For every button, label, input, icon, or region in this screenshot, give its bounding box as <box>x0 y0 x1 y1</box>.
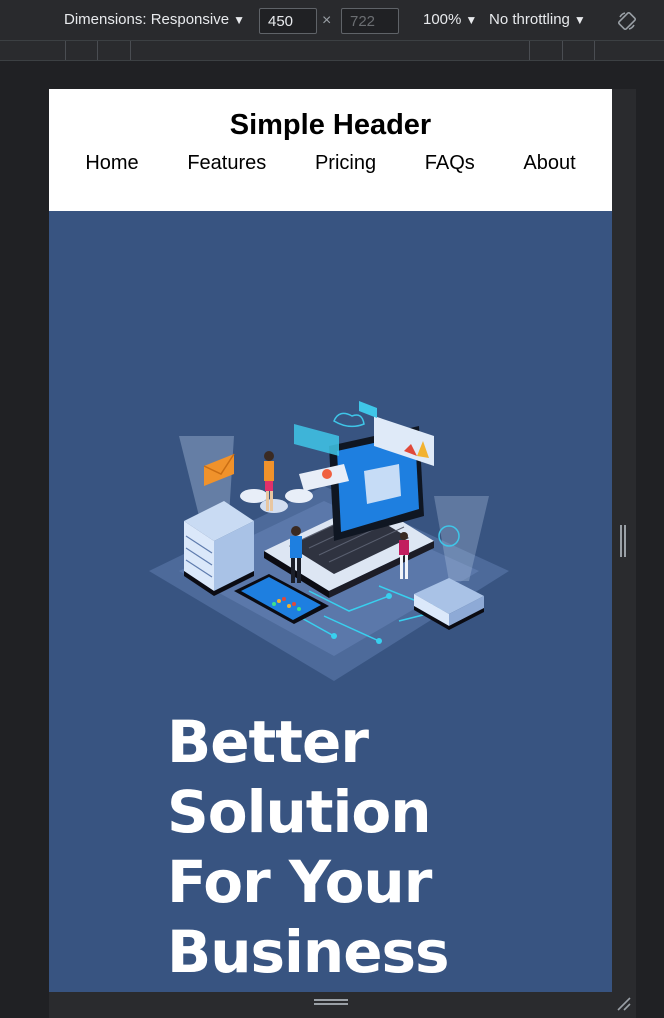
chevron-down-icon: ▼ <box>233 13 245 27</box>
height-input[interactable]: 722 <box>341 8 399 34</box>
width-input[interactable]: 450 <box>259 8 317 34</box>
hero-headline-line: Solution <box>167 778 432 846</box>
dimension-separator: × <box>322 12 332 29</box>
rotate-icon[interactable] <box>617 11 637 31</box>
nav-link-faqs[interactable]: FAQs <box>425 152 475 175</box>
nav-link-features[interactable]: Features <box>187 152 266 175</box>
nav-link-about[interactable]: About <box>523 152 575 175</box>
main-nav: Home Features Pricing FAQs About <box>49 142 612 175</box>
site-header: Simple Header Home Features Pricing FAQs… <box>49 89 612 211</box>
devtools-device-toolbar: Dimensions: Responsive ▼ 450 × 722 100% ▼ … <box>0 0 664 41</box>
nav-link-pricing[interactable]: Pricing <box>315 152 376 175</box>
corner-resize-icon[interactable] <box>616 996 632 1012</box>
hero-headline-line: Better <box>167 708 369 776</box>
zoom-label: 100% <box>423 11 462 28</box>
throttling-dropdown[interactable]: No throttling ▼ <box>489 11 586 28</box>
site-title: Simple Header <box>229 109 432 141</box>
resize-grip-icon[interactable] <box>314 999 348 1007</box>
hero-headline: Better Solution For Your Business <box>167 707 450 987</box>
dimensions-label: Dimensions: Responsive <box>64 11 230 28</box>
emulated-viewport: Simple Header Home Features Pricing FAQs… <box>49 89 612 992</box>
media-query-ruler[interactable] <box>0 41 664 61</box>
hero-headline-line: For Your <box>167 848 432 916</box>
nav-link-home[interactable]: Home <box>85 152 138 175</box>
chevron-down-icon: ▼ <box>465 13 478 27</box>
resize-grip-icon[interactable] <box>620 525 628 557</box>
isometric-tech-illustration <box>149 401 509 681</box>
zoom-dropdown[interactable]: 100% ▼ <box>423 11 477 28</box>
dimensions-dropdown[interactable]: Dimensions: Responsive ▼ <box>64 11 245 28</box>
hero-headline-line: Business <box>167 918 450 986</box>
chevron-down-icon: ▼ <box>573 13 586 27</box>
throttling-label: No throttling <box>489 11 570 28</box>
hero-section: Better Solution For Your Business <box>49 211 612 992</box>
